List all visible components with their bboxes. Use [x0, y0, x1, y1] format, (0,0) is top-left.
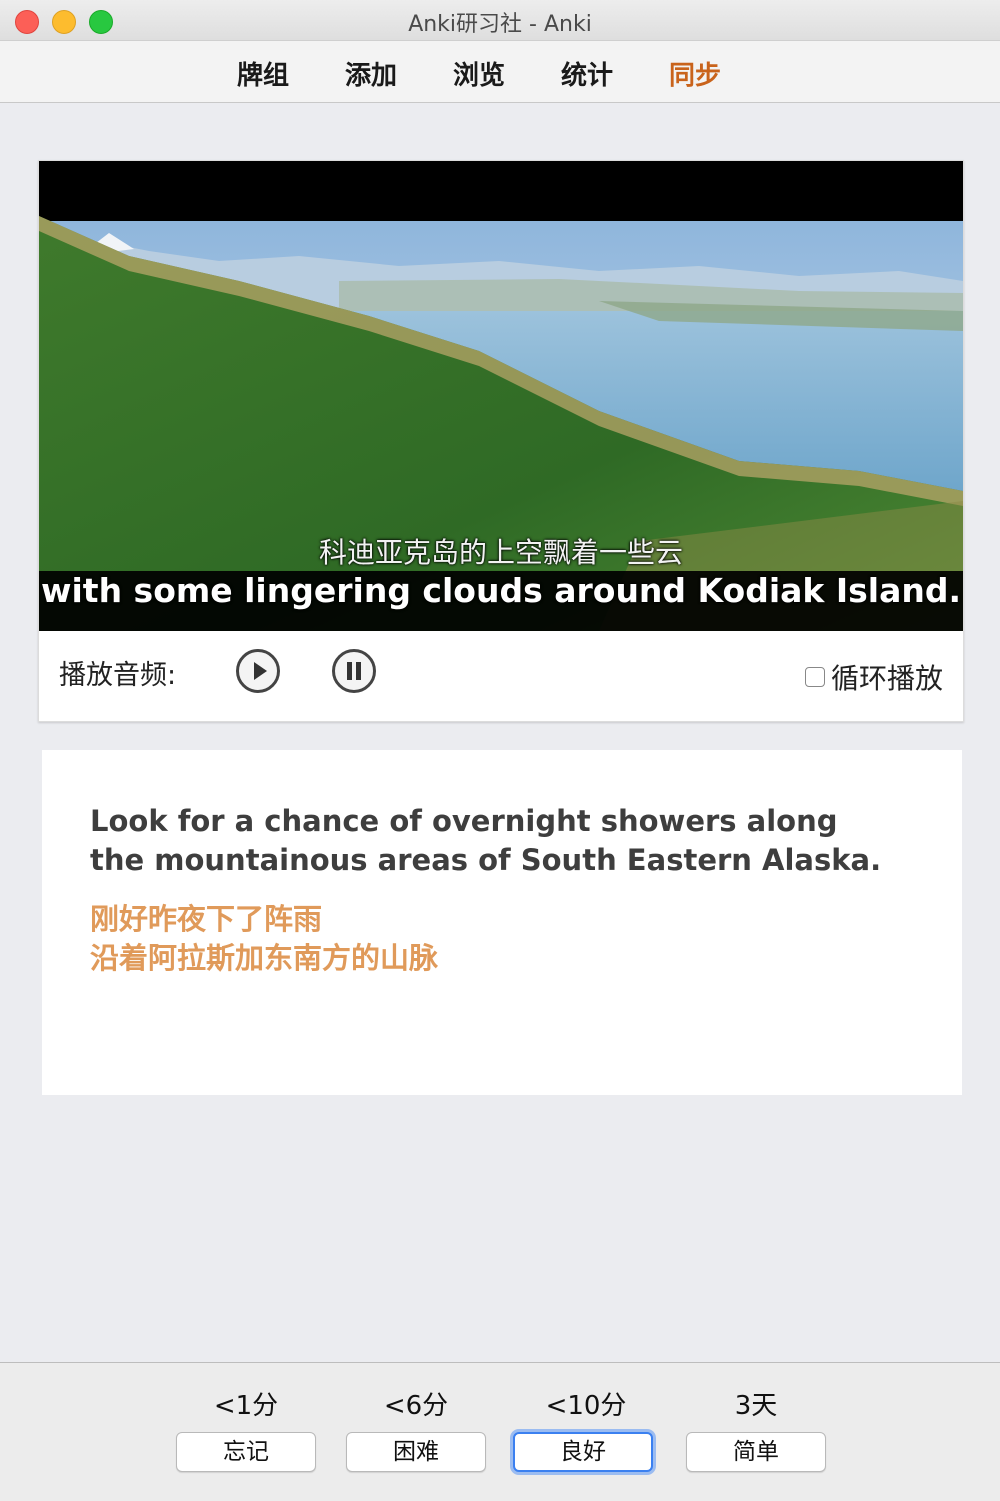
main-toolbar: 牌组 添加 浏览 统计 同步 [0, 41, 1000, 103]
video-subtitle-english: with some lingering clouds around Kodiak… [41, 571, 961, 610]
video-card: 科迪亚克岛的上空飘着一些云 with some lingering clouds… [38, 160, 964, 722]
title-bar: Anki研习社 - Anki [0, 0, 1000, 41]
loop-toggle[interactable]: 循环播放 [804, 657, 943, 697]
video-player[interactable]: 科迪亚克岛的上空飘着一些云 with some lingering clouds… [39, 161, 963, 631]
interval-good: <10分 [545, 1391, 627, 1421]
audio-label: 播放音频: [59, 660, 177, 691]
answer-hard-button[interactable]: 困难 [346, 1432, 486, 1472]
video-subtitle-chinese: 科迪亚克岛的上空飘着一些云 [318, 536, 683, 569]
window-title: Anki研习社 - Anki [408, 12, 592, 37]
answer-bar: <1分 <6分 <10分 3天 忘记 困难 良好 简单 [0, 1362, 1000, 1501]
toolbar-add[interactable]: 添加 [345, 55, 397, 92]
chinese-line-2: 沿着阿拉斯加东南方的山脉 [90, 941, 439, 975]
english-sentence: Look for a chance of overnight showers a… [90, 804, 882, 877]
toolbar-decks[interactable]: 牌组 [237, 55, 289, 92]
play-button[interactable] [236, 649, 280, 693]
toolbar-browse[interactable]: 浏览 [453, 55, 505, 92]
interval-easy: 3天 [734, 1391, 778, 1421]
chinese-line-1: 刚好昨夜下了阵雨 [90, 902, 323, 936]
loop-checkbox[interactable] [804, 667, 825, 687]
pause-button[interactable] [332, 649, 376, 693]
answer-again-button[interactable]: 忘记 [176, 1432, 316, 1472]
answer-easy-button[interactable]: 简单 [686, 1432, 826, 1472]
interval-hard: <6分 [383, 1391, 449, 1421]
loop-label: 循环播放 [830, 662, 943, 695]
toolbar-sync[interactable]: 同步 [669, 55, 721, 92]
audio-controls: 播放音频: 循环播放 [39, 631, 963, 721]
pause-icon [347, 662, 361, 680]
interval-again: <1分 [213, 1391, 279, 1421]
chinese-translation: 刚好昨夜下了阵雨 沿着阿拉斯加东南方的山脉 [90, 900, 890, 978]
play-icon [254, 662, 267, 680]
answer-good-button[interactable]: 良好 [513, 1432, 653, 1472]
toolbar-stats[interactable]: 统计 [561, 55, 613, 92]
card-answer-area: Look for a chance of overnight showers a… [42, 750, 962, 1095]
